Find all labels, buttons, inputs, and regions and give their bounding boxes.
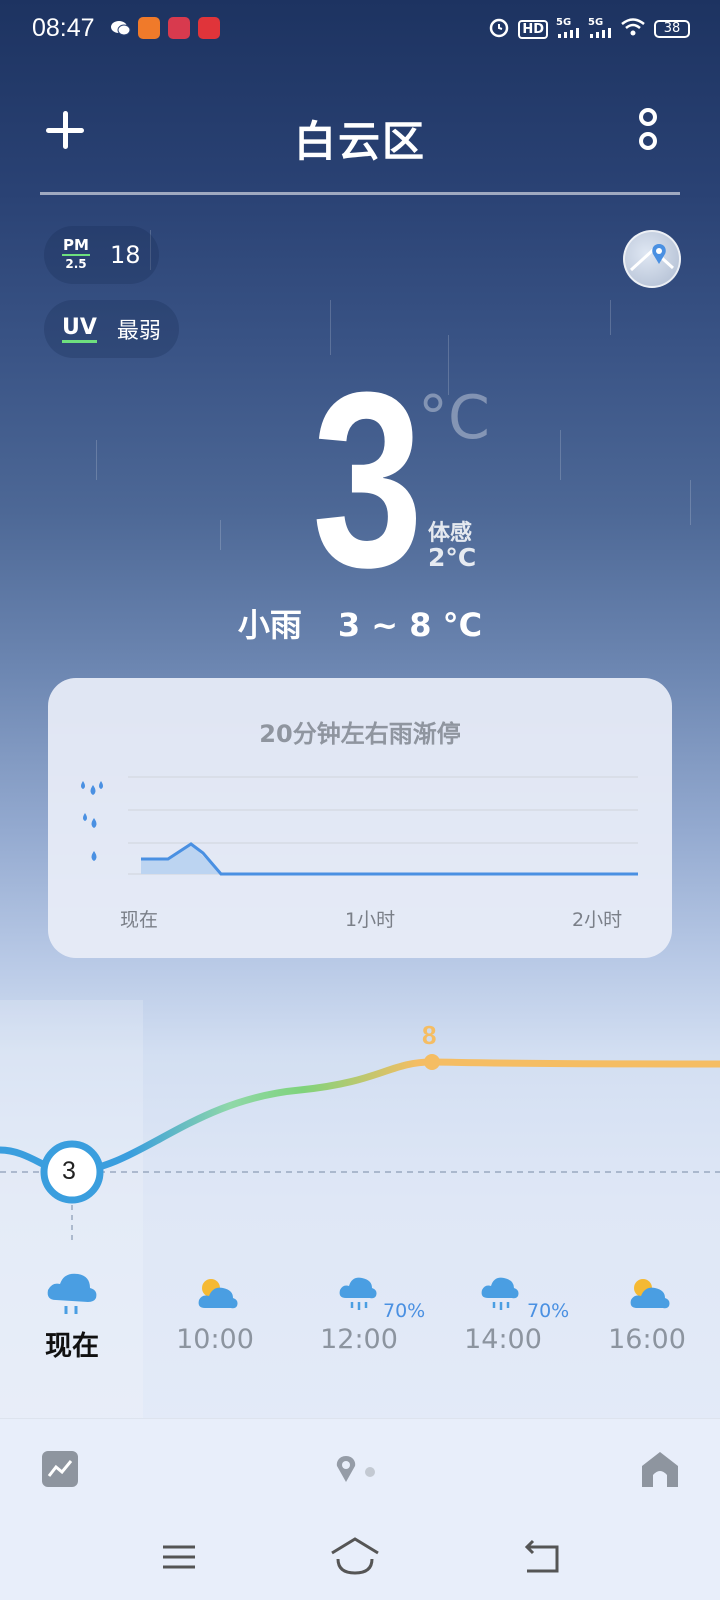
uv-label: UV [62,315,97,343]
tick-1h: 1小时 [345,909,396,931]
partly-cloudy-icon [198,1279,238,1309]
app-notification-icon [198,17,220,39]
header-divider [40,192,680,195]
rain-cloud-icon [481,1277,519,1310]
alarm-icon [488,16,510,42]
cellular-signal-2: 5G [588,17,612,41]
uv-chip[interactable]: UV 最弱 [44,300,179,358]
rain-cloud-icon [339,1277,377,1310]
cellular-signal-1: 5G [556,17,580,41]
temperature-range: 3 ~ 8 °C [337,606,483,644]
status-time: 08:47 [32,14,95,42]
heavy-rain-icon [81,781,103,795]
app-notification-icon [138,17,160,39]
hour-label: 14:00 [464,1324,542,1355]
pm25-value: 18 [110,241,141,269]
location-pin-icon [629,244,675,272]
hour-label: 16:00 [608,1324,686,1355]
hour-label: 10:00 [176,1324,254,1355]
pm25-chip[interactable]: PM 2.5 18 [44,226,159,284]
rain-cloud-icon [47,1273,97,1314]
precipitation-title: 20分钟左右雨渐停 [259,720,461,748]
status-bar: 08:47 HD 5G 5G 38 [0,0,720,56]
precipitation-probability: 70% [527,1300,570,1322]
hour-label-now: 现在 [45,1331,99,1362]
precipitation-chart [81,776,638,876]
current-temp-label: 3 [62,1157,76,1185]
precipitation-line [141,842,638,876]
wifi-icon [620,17,646,41]
back-nav-button[interactable] [515,1537,565,1577]
more-vertical-icon [639,108,657,126]
hourly-forecast[interactable]: 8 3 70% 70% 现在 10:00 12:00 14:00 16:00 [0,1000,720,1420]
moderate-rain-icon [83,813,97,828]
pm25-label: PM 2.5 [62,236,90,271]
high-point [424,1054,440,1070]
city-title[interactable]: 白云区 [0,108,720,169]
hour-label: 12:00 [320,1324,398,1355]
tick-2h: 2小时 [572,909,623,931]
feels-like-value: 2°C [428,543,477,572]
light-rain-icon [91,851,97,861]
current-temperature: 3 [312,340,424,619]
location-pin-icon [336,1456,356,1482]
home-nav-button[interactable] [330,1537,380,1577]
condition-row: 小雨 3 ~ 8 °C [0,600,720,646]
precipitation-card[interactable]: 20分钟左右雨渐停 现在 1小时 2小时 [48,678,672,958]
map-button[interactable] [623,230,681,288]
tick-now: 现在 [120,909,159,931]
battery-icon: 38 [654,20,690,38]
app-notification-icon [168,17,190,39]
trend-chart-button[interactable] [42,1451,78,1487]
temperature-line [0,1058,720,1176]
high-temp-label: 8 [422,1020,437,1050]
page-indicator-dot [365,1467,375,1477]
trend-chart-icon [47,1460,73,1477]
more-options-button[interactable] [632,108,672,154]
temperature-unit: °C [418,383,490,453]
wechat-icon [110,17,132,39]
uv-value: 最弱 [116,319,161,344]
menu-nav-button[interactable] [155,1537,205,1577]
status-indicators: HD 5G 5G 38 [488,16,690,42]
precipitation-probability: 70% [383,1300,426,1322]
partly-cloudy-icon [630,1279,670,1309]
bottom-toolbar [0,1418,720,1600]
home-icon[interactable] [640,1449,680,1489]
hd-icon: HD [518,19,548,39]
weather-condition: 小雨 [237,606,302,644]
